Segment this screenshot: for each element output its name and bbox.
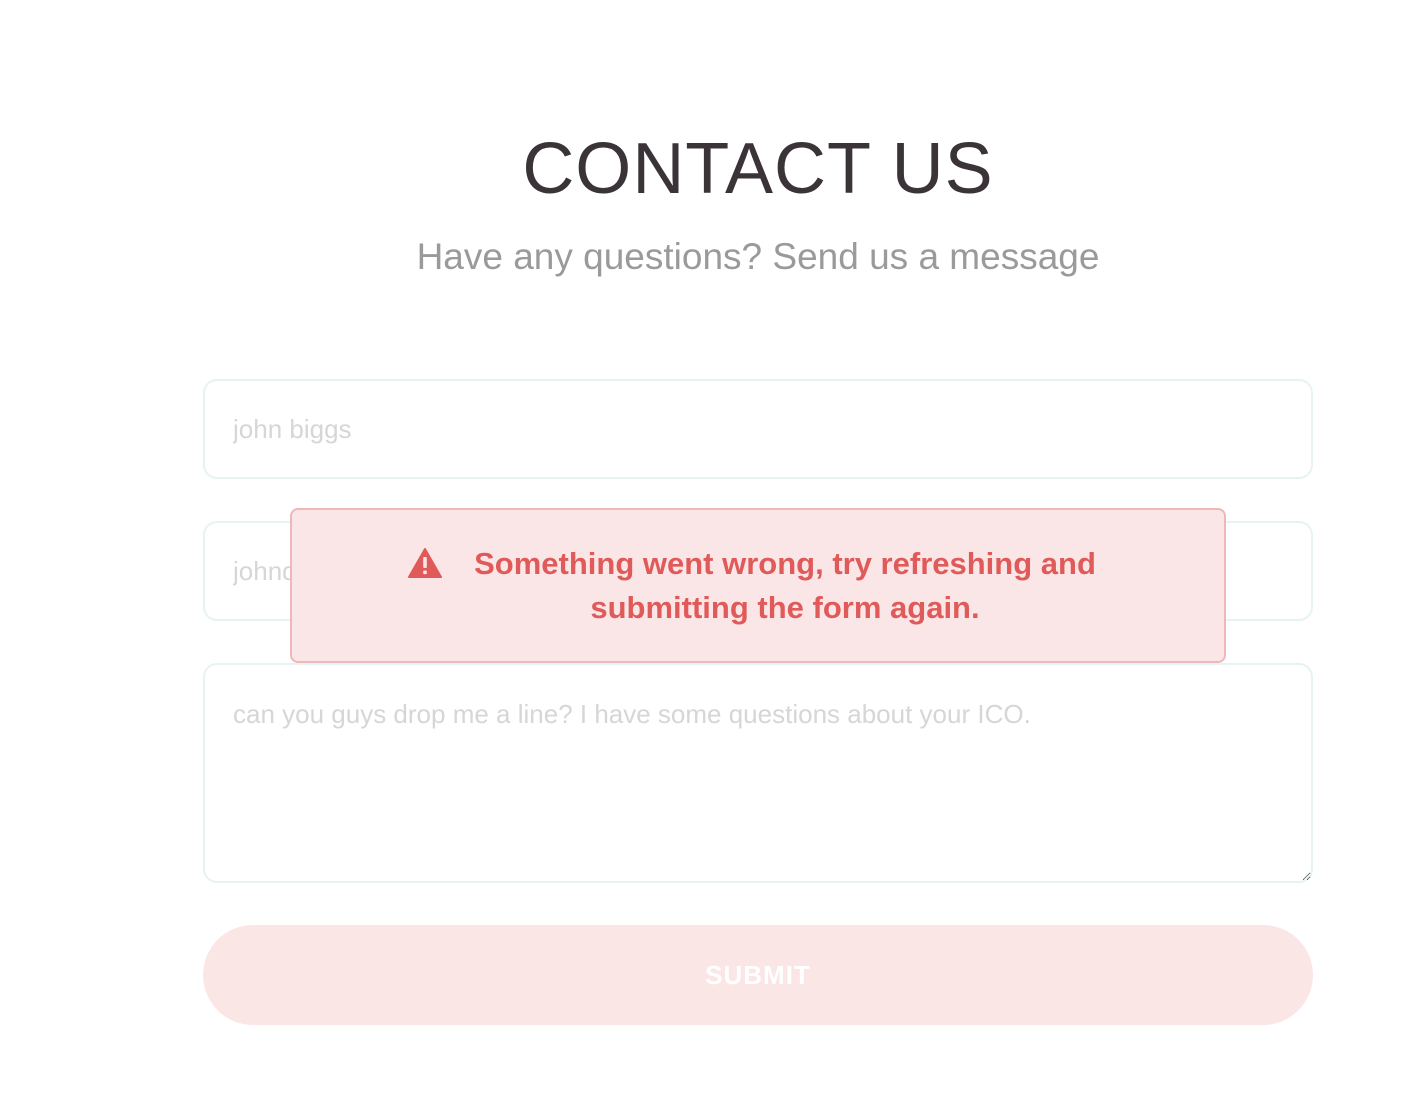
name-input[interactable] — [203, 379, 1313, 479]
message-textarea[interactable] — [203, 663, 1313, 883]
contact-page: CONTACT US Have any questions? Send us a… — [0, 0, 1426, 1100]
page-subtitle: Have any questions? Send us a message — [416, 236, 1100, 277]
submit-button[interactable]: SUBMIT — [203, 925, 1313, 1025]
error-alert-content: Something went wrong, try refreshing and… — [408, 542, 1108, 630]
page-title: CONTACT US — [522, 129, 994, 209]
error-message: Something went wrong, try refreshing and… — [474, 545, 1096, 625]
warning-icon — [408, 542, 442, 583]
error-alert: Something went wrong, try refreshing and… — [290, 508, 1226, 663]
